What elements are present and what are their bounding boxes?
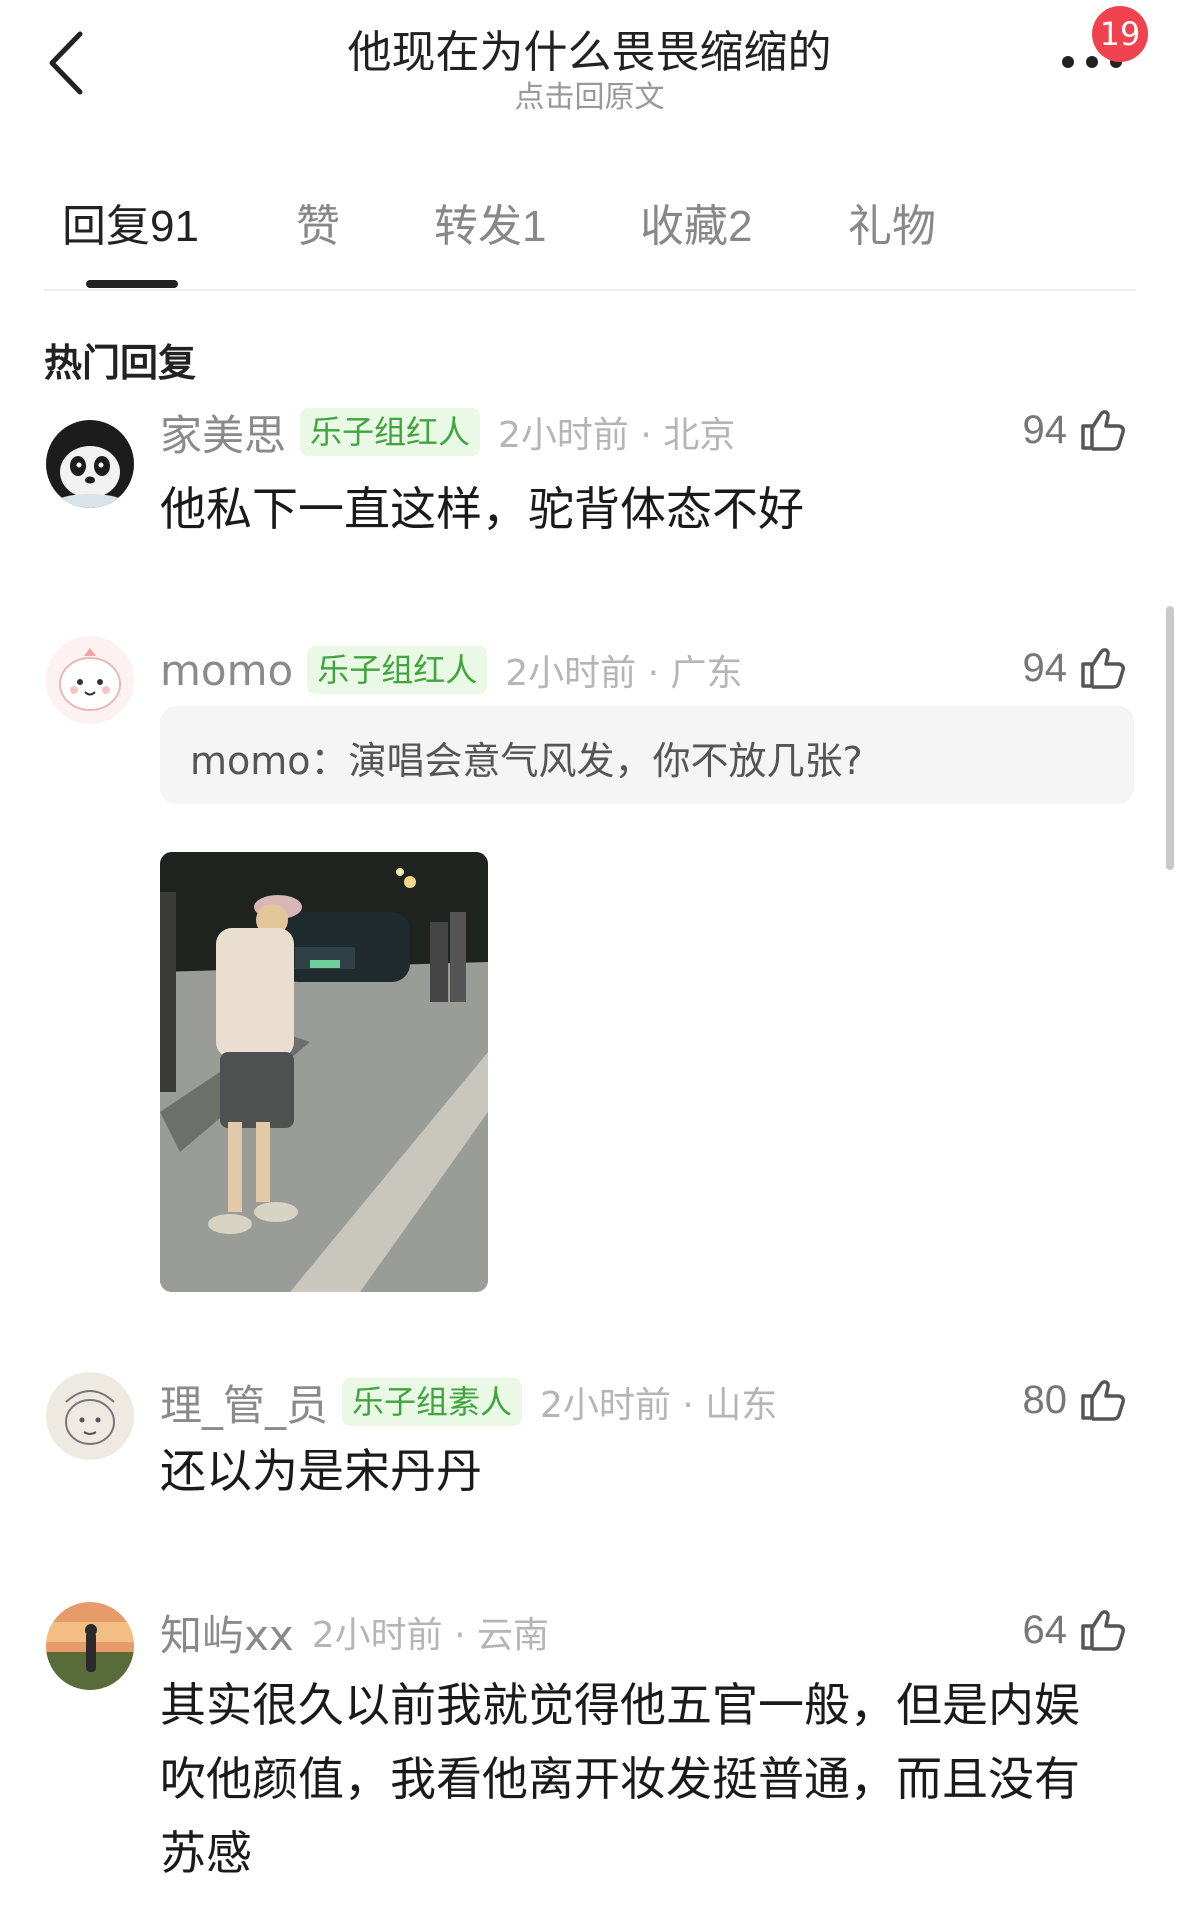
active-tab-indicator bbox=[86, 280, 178, 288]
user-tag: 乐子组红人 bbox=[300, 408, 481, 456]
street-photo[interactable] bbox=[160, 852, 488, 1292]
sketch-avatar[interactable] bbox=[46, 1372, 134, 1460]
comment-text: 还以为是宋丹丹 bbox=[160, 1444, 482, 1498]
tab-likes[interactable]: 赞 bbox=[296, 190, 340, 254]
comment-text: 其实很久以前我就觉得他五官一般，但是内娱吹他颜值，我看他离开妆发挺普通，而且没有… bbox=[160, 1678, 1080, 1880]
like-button[interactable]: 80 bbox=[1023, 1376, 1128, 1424]
tab-label: 回复 bbox=[62, 201, 150, 252]
thumbs-up-icon bbox=[1081, 1610, 1125, 1651]
tab-favorites[interactable]: 收藏2 bbox=[640, 190, 752, 254]
like-count: 80 bbox=[1022, 1377, 1068, 1422]
username[interactable]: 家美思 bbox=[160, 402, 286, 463]
tab-reposts[interactable]: 转发1 bbox=[434, 190, 546, 254]
tab-label: 赞 bbox=[296, 201, 340, 252]
like-count: 94 bbox=[1022, 645, 1068, 690]
time-location: 2小时前 · 北京 bbox=[498, 415, 736, 456]
tab-bar: 回复91 赞 转发1 收藏2 礼物 bbox=[0, 190, 1179, 290]
tab-count: 1 bbox=[522, 202, 547, 251]
tab-count: 2 bbox=[728, 202, 753, 251]
comment-item: 理_管_员 乐子组素人 2小时前 · 山东 80 还以为是宋丹丹 bbox=[0, 1372, 1179, 1522]
like-count: 64 bbox=[1022, 1607, 1068, 1652]
time-location: 2小时前 · 广东 bbox=[505, 653, 743, 694]
thumbs-up-icon bbox=[1081, 1380, 1125, 1421]
comment-text: 他私下一直这样，驼背体态不好 bbox=[160, 482, 804, 536]
like-button[interactable]: 94 bbox=[1023, 644, 1128, 692]
scrollbar[interactable] bbox=[1166, 606, 1174, 870]
like-button[interactable]: 64 bbox=[1023, 1606, 1128, 1654]
cartoon-avatar[interactable] bbox=[46, 636, 134, 724]
tab-gifts[interactable]: 礼物 bbox=[848, 190, 936, 254]
username[interactable]: momo bbox=[160, 646, 293, 695]
hot-replies-heading: 热门回复 bbox=[44, 341, 197, 385]
like-button[interactable]: 94 bbox=[1023, 406, 1128, 454]
comment-item: momo 乐子组红人 2小时前 · 广东 94 momo：演唱会意气风发，你不放… bbox=[0, 636, 1179, 1316]
tab-label: 礼物 bbox=[848, 201, 936, 252]
notification-badge: 19 bbox=[1092, 6, 1148, 62]
back-to-original-link[interactable]: 点击回原文 bbox=[0, 72, 1179, 116]
username[interactable]: 理_管_员 bbox=[160, 1372, 328, 1433]
user-tag: 乐子组素人 bbox=[342, 1378, 523, 1426]
user-tag: 乐子组红人 bbox=[307, 646, 488, 694]
time-location: 2小时前 · 云南 bbox=[311, 1615, 549, 1656]
like-count: 94 bbox=[1022, 407, 1068, 452]
tab-label: 转发 bbox=[434, 201, 522, 252]
quote-text: momo：演唱会意气风发，你不放几张? bbox=[190, 739, 863, 783]
thumbs-up-icon bbox=[1081, 648, 1125, 689]
time-location: 2小时前 · 山东 bbox=[540, 1385, 778, 1426]
tab-count: 91 bbox=[150, 202, 199, 251]
thumbs-up-icon bbox=[1081, 410, 1125, 451]
comment-item: 家美思 乐子组红人 2小时前 · 北京 94 他私下一直这样，驼背体态不好 bbox=[0, 408, 1179, 562]
sunset-avatar[interactable] bbox=[46, 1602, 134, 1690]
top-bar: 他现在为什么畏畏缩缩的 点击回原文 19 bbox=[0, 0, 1179, 140]
page-title: 他现在为什么畏畏缩缩的 bbox=[347, 27, 832, 78]
quoted-reply[interactable]: momo：演唱会意气风发，你不放几张? bbox=[160, 706, 1134, 804]
tab-label: 收藏 bbox=[640, 201, 728, 252]
divider bbox=[44, 289, 1136, 291]
comment-item: 知屿xx 2小时前 · 云南 64 其实很久以前我就觉得他五官一般，但是内娱吹他… bbox=[0, 1602, 1179, 1902]
panda-avatar[interactable] bbox=[46, 420, 134, 508]
tab-replies[interactable]: 回复91 bbox=[62, 190, 199, 254]
username[interactable]: 知屿xx bbox=[160, 1602, 294, 1663]
